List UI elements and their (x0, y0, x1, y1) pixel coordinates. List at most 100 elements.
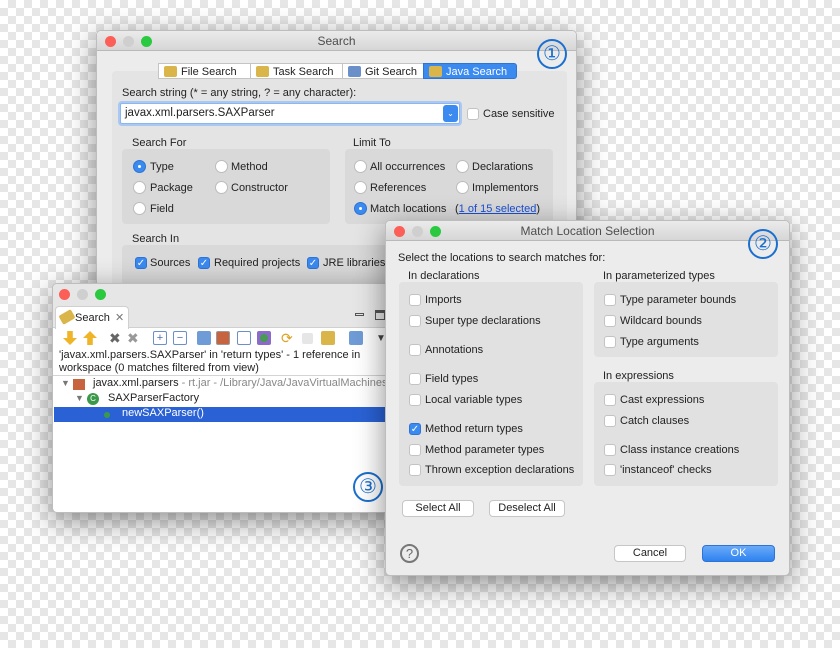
close-button[interactable] (59, 289, 70, 300)
checkbox--instanceof-checks[interactable] (604, 464, 616, 476)
sources-checkbox[interactable]: ✓ (135, 257, 147, 269)
remove-match-icon[interactable]: ✖ (109, 331, 123, 345)
radio-references[interactable] (354, 181, 367, 194)
search-string-label: Search string (* = any string, ? = any c… (122, 87, 357, 99)
checkbox-cast-expressions[interactable] (604, 394, 616, 406)
next-match-icon[interactable] (63, 331, 77, 345)
checkbox-wildcard-bounds[interactable] (604, 315, 616, 327)
checkbox-label: Catch clauses (620, 415, 690, 427)
checkbox-imports[interactable] (409, 294, 421, 306)
minimize-view-icon[interactable] (355, 313, 364, 316)
remove-all-matches-icon[interactable]: ✖ (127, 331, 141, 345)
expand-all-icon[interactable]: + (153, 331, 167, 345)
checkbox-label: Method return types (425, 423, 523, 435)
collapse-all-icon[interactable]: − (173, 331, 187, 345)
expand-arrow-icon[interactable]: ▼ (75, 393, 84, 403)
radio-field[interactable] (133, 202, 146, 215)
tab-git-search[interactable]: Git Search (342, 63, 424, 79)
maximize-view-icon[interactable] (375, 310, 385, 320)
checkbox-local-variable-types[interactable] (409, 394, 421, 406)
pin-view-icon[interactable] (349, 331, 363, 345)
required-projects-checkbox[interactable]: ✓ (198, 257, 210, 269)
tab-task-search[interactable]: Task Search (250, 63, 343, 79)
radio-declarations[interactable] (456, 160, 469, 173)
close-tab-icon[interactable]: ✕ (115, 311, 124, 324)
zoom-button[interactable] (141, 36, 152, 47)
cancel-button[interactable]: Cancel (614, 545, 686, 562)
checkbox-thrown-exception-declarations[interactable] (409, 464, 421, 476)
radio-implementors-label: Implementors (472, 182, 539, 194)
tab-label: Search (75, 312, 110, 324)
radio-match-locations[interactable] (354, 202, 367, 215)
help-icon[interactable]: ? (400, 544, 419, 563)
checkbox-field-types[interactable] (409, 373, 421, 385)
ok-button[interactable]: OK (702, 545, 775, 562)
radio-all-occurrences[interactable] (354, 160, 367, 173)
checkbox-catch-clauses[interactable] (604, 415, 616, 427)
checkbox-label: Imports (425, 294, 462, 306)
search-icon (58, 309, 76, 325)
group-by-type-icon[interactable] (257, 331, 271, 345)
radio-method-label: Method (231, 161, 268, 173)
group-by-project-icon[interactable] (197, 331, 211, 345)
checkbox-super-type-declarations[interactable] (409, 315, 421, 327)
search-string-combo[interactable]: javax.xml.parsers.SAXParser ⌄ (120, 103, 460, 124)
cancel-search-icon[interactable] (302, 333, 313, 344)
close-button[interactable] (394, 226, 405, 237)
package-location: - rt.jar - /Library/Java/JavaVirtualMach… (178, 377, 396, 389)
zoom-button[interactable] (95, 289, 106, 300)
checkbox-label: Cast expressions (620, 394, 705, 406)
group-by-package-icon[interactable] (216, 331, 230, 345)
match-location-dialog: Match Location Selection ② Select the lo… (385, 220, 790, 576)
expand-arrow-icon[interactable]: ▼ (61, 378, 70, 388)
task-search-icon (256, 66, 269, 77)
checkbox-method-parameter-types[interactable] (409, 444, 421, 456)
required-projects-label: Required projects (214, 257, 301, 269)
title-bar: Search (97, 31, 576, 51)
radio-package[interactable] (133, 181, 146, 194)
tree-row-package[interactable]: ▼ javax.xml.parsers - rt.jar - /Library/… (53, 377, 396, 392)
radio-field-label: Field (150, 203, 174, 215)
zoom-button[interactable] (430, 226, 441, 237)
group-by-file-icon[interactable] (237, 331, 251, 345)
minimize-button[interactable] (123, 36, 134, 47)
case-sensitive-checkbox[interactable] (467, 108, 479, 120)
in-declarations-label: In declarations (408, 270, 480, 282)
tree-row-class[interactable]: ▼ C SAXParserFactory (53, 392, 395, 407)
checkbox-label: Type arguments (620, 336, 699, 348)
callout-badge-2: ② (748, 229, 778, 259)
tab-java-search[interactable]: Java Search (423, 63, 517, 79)
chevron-down-icon[interactable]: ⌄ (443, 105, 458, 122)
callout-badge-3: ③ (353, 472, 383, 502)
previous-match-icon[interactable] (83, 331, 97, 345)
search-history-icon[interactable] (321, 331, 335, 345)
result-message: 'javax.xml.parsers.SAXParser' in 'return… (59, 349, 361, 361)
checkbox-type-arguments[interactable] (604, 336, 616, 348)
checkbox-label: 'instanceof' checks (620, 464, 712, 476)
checkbox-label: Method parameter types (425, 444, 545, 456)
deselect-all-button[interactable]: Deselect All (489, 500, 565, 517)
radio-implementors[interactable] (456, 181, 469, 194)
refresh-icon[interactable]: ⟳ (281, 331, 295, 345)
tree-row-method[interactable]: newSAXParser() (54, 407, 394, 422)
radio-references-label: References (370, 182, 427, 194)
select-all-button[interactable]: Select All (402, 500, 474, 517)
radio-type[interactable] (133, 160, 146, 173)
checkbox-method-return-types[interactable]: ✓ (409, 423, 421, 435)
jre-libraries-checkbox[interactable]: ✓ (307, 257, 319, 269)
minimize-button[interactable] (77, 289, 88, 300)
checkbox-annotations[interactable] (409, 344, 421, 356)
selected-count-link[interactable]: 1 of 15 selected (459, 203, 537, 215)
minimize-button[interactable] (412, 226, 423, 237)
result-message-line2: workspace (0 matches filtered from view) (59, 362, 259, 374)
radio-method[interactable] (215, 160, 228, 173)
match-locations-link[interactable]: (1 of 15 selected) (455, 203, 540, 215)
checkbox-type-parameter-bounds[interactable] (604, 294, 616, 306)
tab-search[interactable]: Search ✕ (55, 306, 129, 329)
radio-constructor[interactable] (215, 181, 228, 194)
package-name: javax.xml.parsers (93, 377, 179, 389)
close-button[interactable] (105, 36, 116, 47)
tab-file-search[interactable]: File Search (158, 63, 251, 79)
limit-to-label: Limit To (353, 137, 391, 149)
checkbox-class-instance-creations[interactable] (604, 444, 616, 456)
